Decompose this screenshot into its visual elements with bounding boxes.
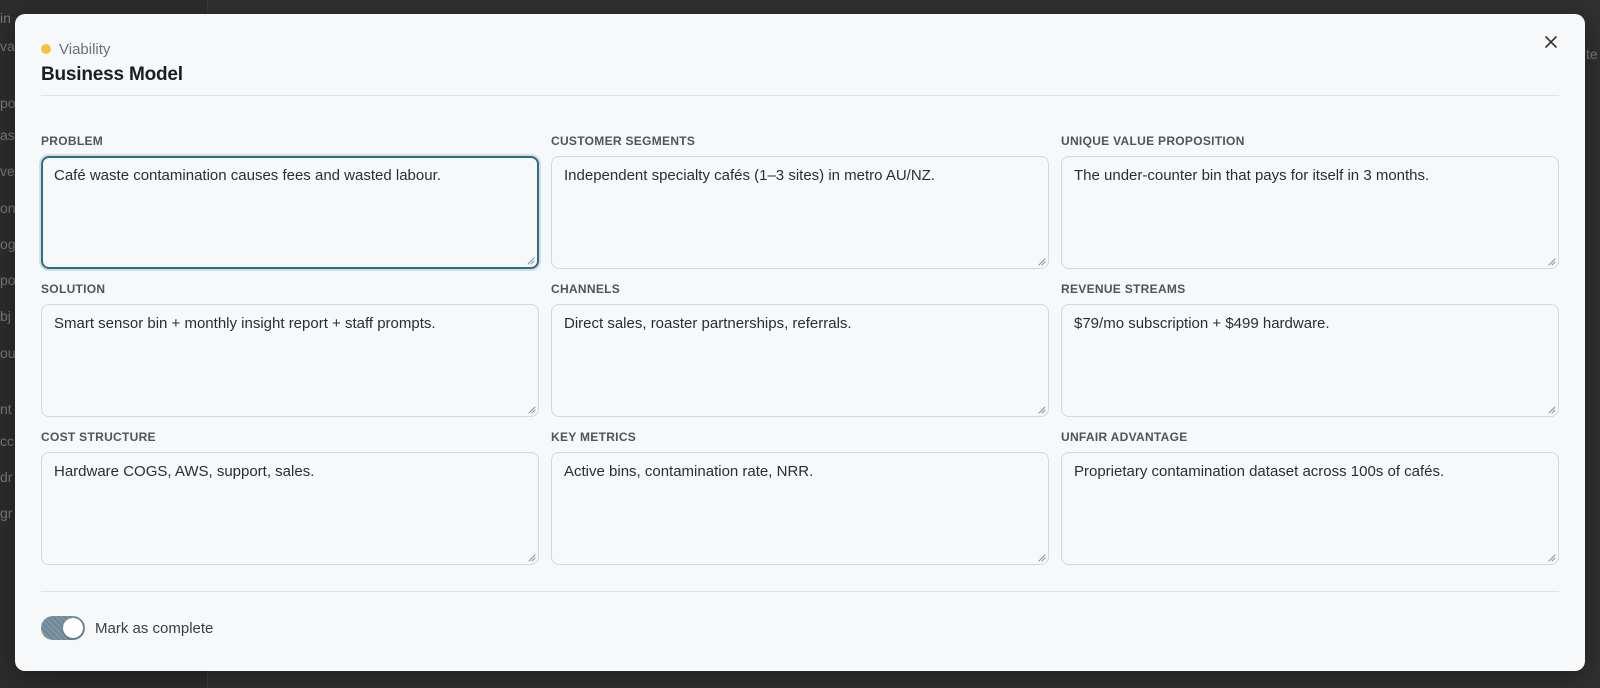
field-unique-value-proposition: UNIQUE VALUE PROPOSITION The under-counte… [1061,134,1559,282]
resize-handle-icon[interactable] [527,553,536,562]
background-sidebar-fragment: as [0,127,15,143]
field-unfair-advantage: UNFAIR ADVANTAGE Proprietary contaminatio… [1061,430,1559,578]
field-label: UNIQUE VALUE PROPOSITION [1061,134,1245,148]
background-sidebar-fragment: nt [0,401,12,417]
background-sidebar-fragment: bj [0,308,11,324]
field-label: SOLUTION [41,282,106,296]
background-content-fragment: te [1586,46,1598,62]
field-solution: SOLUTION Smart sensor bin + monthly insig… [41,282,539,430]
revenue-streams-textarea[interactable]: $79/mo subscription + $499 hardware. [1061,304,1559,417]
resize-handle-icon[interactable] [1547,553,1556,562]
field-label: KEY METRICS [551,430,637,444]
background-sidebar-fragment: ve [0,163,15,179]
field-value: The under-counter bin that pays for itse… [1074,167,1430,184]
problem-textarea[interactable]: Café waste contamination causes fees and… [41,156,539,269]
resize-handle-icon[interactable] [526,256,535,265]
footer-divider [41,591,1559,592]
background-sidebar-fragment: in [0,10,11,26]
resize-handle-icon[interactable] [1547,405,1556,414]
toggle-knob [63,618,83,638]
background-sidebar-fragment: po [0,272,16,288]
business-model-modal: Viability Business Model PROBLEM Café was… [15,14,1585,671]
background-sidebar-fragment: cc [0,433,14,449]
field-problem: PROBLEM Café waste contamination causes f… [41,134,539,282]
stage-status-dot [41,44,51,54]
field-value: $79/mo subscription + $499 hardware. [1074,315,1330,332]
modal-title: Business Model [41,64,183,85]
background-sidebar-fragment: gr [0,505,13,521]
field-value: Proprietary contamination dataset across… [1074,463,1445,480]
field-channels: CHANNELS Direct sales, roaster partnershi… [551,282,1049,430]
mark-complete-toggle[interactable] [41,616,85,640]
background-sidebar-fragment: on [0,200,16,216]
field-label: REVENUE STREAMS [1061,282,1186,296]
field-value: Independent specialty cafés (1–3 sites) … [564,167,936,184]
field-label: UNFAIR ADVANTAGE [1061,430,1188,444]
field-label: CHANNELS [551,282,621,296]
background-sidebar-fragment: po [0,95,16,111]
unfair-advantage-textarea[interactable]: Proprietary contamination dataset across… [1061,452,1559,565]
field-value: Hardware COGS, AWS, support, sales. [54,463,315,480]
resize-handle-icon[interactable] [1037,553,1046,562]
key-metrics-textarea[interactable]: Active bins, contamination rate, NRR. [551,452,1049,565]
background-sidebar-fragment: og [0,236,16,252]
modal-footer: Mark as complete [41,616,213,640]
field-key-metrics: KEY METRICS Active bins, contamination ra… [551,430,1049,578]
stage-indicator: Viability [41,40,1559,58]
customer-segments-textarea[interactable]: Independent specialty cafés (1–3 sites) … [551,156,1049,269]
solution-textarea[interactable]: Smart sensor bin + monthly insight repor… [41,304,539,417]
field-cost-structure: COST STRUCTURE Hardware COGS, AWS, suppor… [41,430,539,578]
field-value: Direct sales, roaster partnerships, refe… [564,315,852,332]
field-value: Active bins, contamination rate, NRR. [564,463,814,480]
field-value: Smart sensor bin + monthly insight repor… [54,315,436,332]
mark-complete-label: Mark as complete [95,619,214,637]
lean-canvas-grid: PROBLEM Café waste contamination causes f… [41,134,1559,578]
field-revenue-streams: REVENUE STREAMS $79/mo subscription + $49… [1061,282,1559,430]
header-divider [41,95,1559,96]
field-label: COST STRUCTURE [41,430,156,444]
modal-header: Viability Business Model [41,40,1559,86]
field-label: CUSTOMER SEGMENTS [551,134,696,148]
resize-handle-icon[interactable] [1547,257,1556,266]
background-sidebar-fragment: dr [0,469,13,485]
resize-handle-icon[interactable] [1037,257,1046,266]
field-label: PROBLEM [41,134,104,148]
resize-handle-icon[interactable] [1037,405,1046,414]
channels-textarea[interactable]: Direct sales, roaster partnerships, refe… [551,304,1049,417]
background-sidebar-fragment: ou [0,345,16,361]
field-value: Café waste contamination causes fees and… [54,167,441,184]
stage-label: Viability [59,40,111,58]
unique-value-proposition-textarea[interactable]: The under-counter bin that pays for itse… [1061,156,1559,269]
background-sidebar-fragment: va [0,38,15,54]
cost-structure-textarea[interactable]: Hardware COGS, AWS, support, sales. [41,452,539,565]
field-customer-segments: CUSTOMER SEGMENTS Independent specialty c… [551,134,1049,282]
resize-handle-icon[interactable] [527,405,536,414]
